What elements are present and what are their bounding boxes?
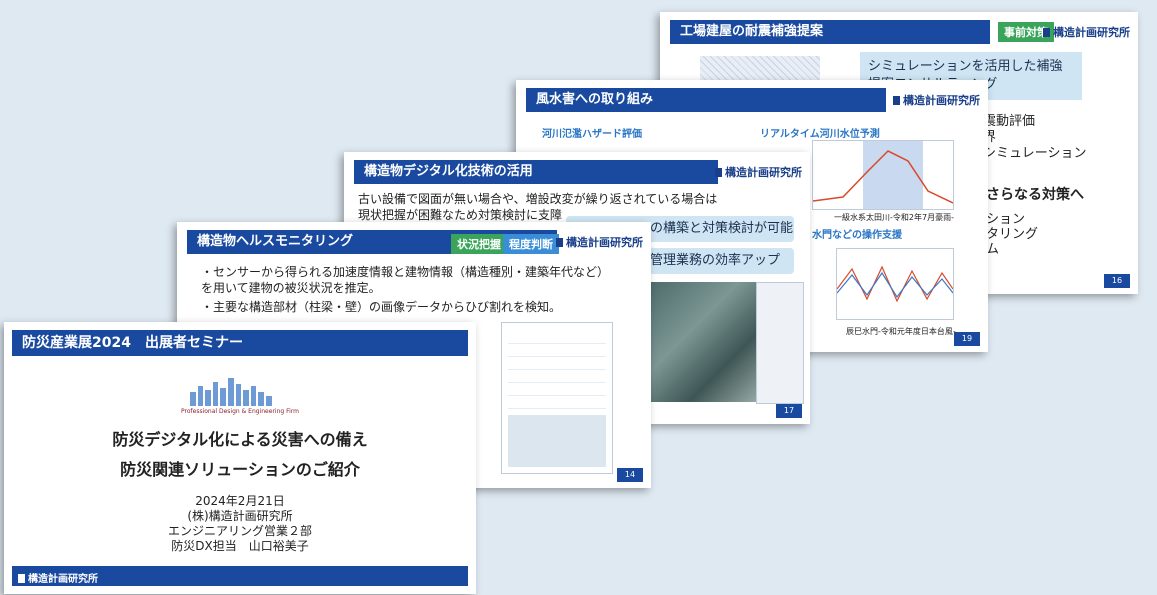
bullet-text: ・センサーから得られる加速度情報と建物情報（構造種別・建築年代など）を用いて建物… xyxy=(201,265,610,295)
cover-title: 防災デジタル化による災害への備え xyxy=(112,430,368,449)
logo-icon xyxy=(556,238,563,247)
water-level-chart xyxy=(812,140,954,210)
company-logo: 構造計画研究所 xyxy=(556,234,643,250)
slide-cover: 防災産業展2024 出展者セミナー Professional Design & … xyxy=(4,322,476,594)
logo-icon xyxy=(1043,28,1050,37)
section-label: リアルタイム河川水位予測 xyxy=(760,129,880,140)
tagline: Professional Design & Engineering Firm xyxy=(181,408,299,415)
slide-header: 工場建屋の耐震補強提案 xyxy=(670,20,990,44)
bullet-text: ・主要な構造部材（柱梁・壁）の画像データからひび割れを検知。 xyxy=(201,300,562,314)
company-logo: 構造計画研究所 xyxy=(1043,24,1130,40)
section-heading: さらなる対策へ xyxy=(986,187,1084,203)
cityscape-logo xyxy=(180,378,290,406)
page-number: 16 xyxy=(1104,274,1130,288)
chart-caption: 辰巳水門-令和元年度日本台風- xyxy=(846,327,956,336)
page-number: 17 xyxy=(776,404,802,418)
chart-caption: 一級水系太田川-令和2年7月豪雨- xyxy=(834,213,954,222)
page-number: 19 xyxy=(954,332,980,346)
tide-graph xyxy=(836,265,954,303)
logo-icon xyxy=(18,574,25,583)
map-view xyxy=(508,415,606,467)
water-level-graph xyxy=(812,141,954,209)
slide-header: 防災産業展2024 出展者セミナー xyxy=(12,330,468,356)
plant-room-photo xyxy=(648,282,758,402)
monitoring-dashboard xyxy=(501,322,613,474)
building-list xyxy=(508,331,606,411)
footer-bar: 構造計画研究所 xyxy=(12,566,468,586)
cityscape-icon xyxy=(190,378,272,406)
presenter: 防災DX担当 山口裕美子 xyxy=(171,539,309,553)
cover-subtitle: 防災関連ソリューションのご紹介 xyxy=(120,460,360,479)
status-tag: 程度判断 xyxy=(503,234,559,254)
body-text: 現状把握が困難なため対策検討に支障 xyxy=(358,208,563,222)
footer-logo: 構造計画研究所 xyxy=(18,570,98,585)
logo-icon xyxy=(893,96,900,105)
section-label: 水門などの操作支援 xyxy=(812,230,902,241)
body-text: 古い設備で図面が無い場合や、増設改変が繰り返されている場合は xyxy=(358,192,718,206)
company-logo: 構造計画研究所 xyxy=(715,164,802,180)
section-label: 河川氾濫ハザード評価 xyxy=(542,129,642,140)
slide-header: 風水害への取り組み xyxy=(526,88,886,112)
point-cloud-viewer xyxy=(756,282,804,404)
company-logo: 構造計画研究所 xyxy=(893,92,980,108)
logo-icon xyxy=(715,168,722,177)
slide-header: 構造物デジタル化技術の活用 xyxy=(354,160,718,184)
tide-chart xyxy=(836,248,954,320)
page-number: 14 xyxy=(617,468,643,482)
status-tag: 状況把握 xyxy=(451,234,507,254)
